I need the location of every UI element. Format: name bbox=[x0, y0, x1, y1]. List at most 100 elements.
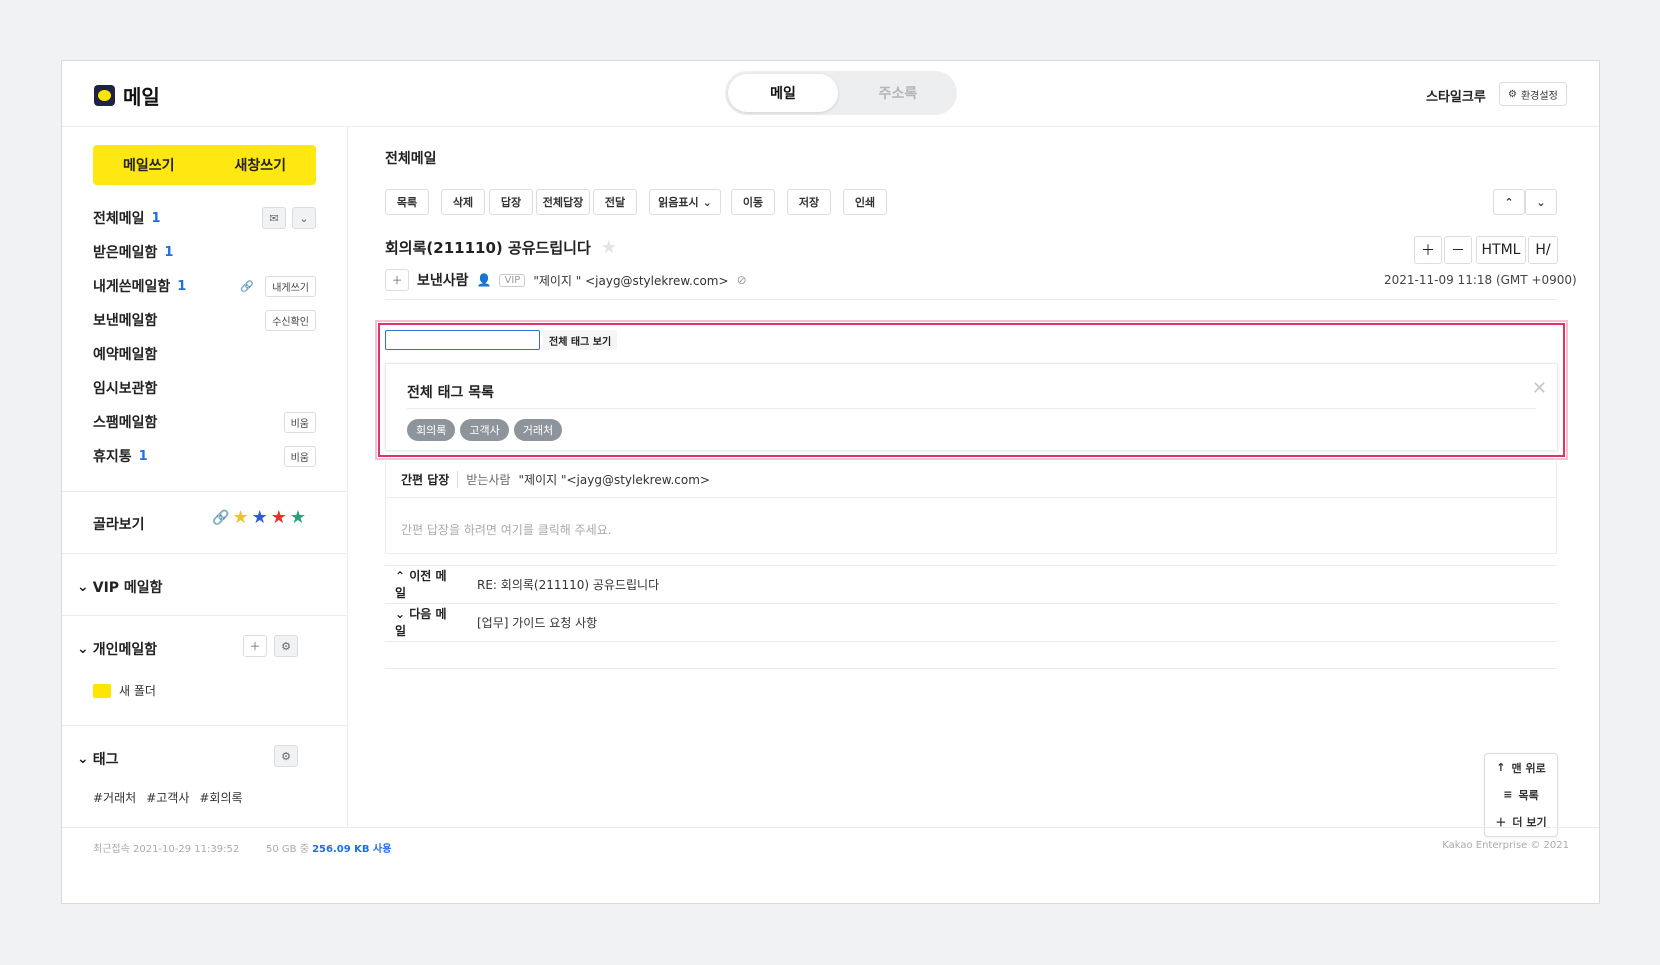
close-icon[interactable]: ✕ bbox=[1532, 378, 1547, 399]
settings-button[interactable]: ⚙ 환경설정 bbox=[1499, 82, 1567, 106]
mark-read-label: 읽음표시 bbox=[658, 196, 699, 209]
sidebar-item-spam[interactable]: 스팸메일함 비움 bbox=[93, 411, 316, 433]
star-red-icon[interactable]: ★ bbox=[271, 507, 287, 528]
section-personal[interactable]: ⌄ 개인메일함 bbox=[77, 639, 157, 659]
quick-reply-input[interactable]: 간편 답장을 하려면 여기를 클릭해 주세요. bbox=[401, 521, 612, 538]
divider bbox=[386, 497, 1556, 498]
paperclip-icon[interactable]: 🔗 bbox=[235, 275, 260, 297]
paperclip-icon[interactable]: 🔗 bbox=[212, 510, 229, 526]
sidebar-item-scheduled[interactable]: 예약메일함 bbox=[93, 343, 316, 365]
recipient-label: 받는사람 bbox=[466, 473, 511, 487]
gear-icon: ⚙ bbox=[1508, 88, 1517, 100]
list-view-button[interactable]: ≡ 목록 bbox=[1485, 781, 1557, 808]
divider bbox=[407, 408, 1536, 409]
next-mail-subject[interactable]: [업무] 가이드 요청 사항 bbox=[477, 614, 597, 631]
empty-spam-button[interactable]: 비움 bbox=[283, 411, 316, 433]
sidebar-item-all[interactable]: 전체메일 1 ✉ ⌄ bbox=[93, 207, 316, 229]
last-login: 최근접속 2021-10-29 11:39:52 bbox=[93, 844, 240, 855]
add-contact-icon[interactable]: 👤 bbox=[477, 273, 492, 287]
tag-input[interactable] bbox=[385, 330, 540, 350]
folder-label: 전체메일 bbox=[93, 211, 145, 227]
next-mail-row[interactable]: ⌄ 다음 메일 [업무] 가이드 요청 사항 bbox=[385, 603, 1557, 641]
quota-prefix: 50 GB 중 bbox=[266, 844, 309, 855]
unread-count: 1 bbox=[151, 210, 161, 226]
reply-button[interactable]: 답장 bbox=[489, 189, 533, 215]
mail-icon[interactable]: ✉ bbox=[262, 207, 286, 229]
folder-label: 새 폴더 bbox=[119, 684, 156, 698]
header-view-button[interactable]: H/ bbox=[1528, 236, 1558, 264]
star-yellow-icon[interactable]: ★ bbox=[232, 507, 248, 528]
add-folder-button[interactable]: ＋ bbox=[243, 635, 267, 657]
star-blue-icon[interactable]: ★ bbox=[252, 507, 268, 528]
zoom-out-button[interactable]: － bbox=[1444, 236, 1472, 264]
tab-mail[interactable]: 메일 bbox=[728, 74, 838, 112]
scroll-top-button[interactable]: ↑ 맨 위로 bbox=[1485, 754, 1557, 781]
compose-new-window-button[interactable]: 새창쓰기 bbox=[205, 145, 317, 185]
compose-button[interactable]: 메일쓰기 bbox=[93, 145, 205, 185]
read-receipt-button[interactable]: 수신확인 bbox=[265, 309, 316, 331]
gear-icon[interactable]: ⚙ bbox=[274, 635, 298, 657]
tab-contacts[interactable]: 주소록 bbox=[843, 74, 953, 112]
section-vip[interactable]: ⌄ VIP 메일함 bbox=[77, 577, 163, 597]
write-to-self-button[interactable]: 내게쓰기 bbox=[265, 275, 316, 297]
tag-popup-highlight: 전체 태그 보기 전체 태그 목록 ✕ 회의록 고객사 거래처 bbox=[375, 320, 1568, 460]
sidebar-item-trash[interactable]: 휴지통 1 비움 bbox=[93, 445, 316, 467]
chevron-down-icon: ⌄ bbox=[395, 607, 410, 621]
tag-link[interactable]: #회의록 bbox=[199, 789, 242, 806]
sidebar-item-inbox[interactable]: 받은메일함 1 bbox=[93, 241, 316, 263]
sidebar-item-drafts[interactable]: 임시보관함 bbox=[93, 377, 316, 399]
forward-button[interactable]: 전달 bbox=[593, 189, 637, 215]
next-mail-label: ⌄ 다음 메일 bbox=[385, 605, 457, 639]
section-label: VIP 메일함 bbox=[92, 580, 163, 596]
sidebar-item-sent[interactable]: 보낸메일함 수신확인 bbox=[93, 309, 316, 331]
section-tags[interactable]: ⌄ 태그 bbox=[77, 749, 119, 769]
star-green-icon[interactable]: ★ bbox=[290, 507, 306, 528]
mark-read-dropdown[interactable]: 읽음표시 ⌄ bbox=[649, 189, 721, 215]
prev-mail-subject[interactable]: RE: 회의록(211110) 공유드립니다 bbox=[477, 576, 659, 593]
zoom-in-button[interactable]: ＋ bbox=[1414, 236, 1442, 264]
list-label: 목록 bbox=[1518, 788, 1539, 802]
sidebar-item-self[interactable]: 내게쓴메일함 1 🔗 내게쓰기 bbox=[93, 275, 316, 297]
print-button[interactable]: 인쇄 bbox=[843, 189, 887, 215]
page-title: 전체메일 bbox=[385, 151, 437, 167]
vip-badge[interactable]: VIP bbox=[499, 273, 526, 287]
sidebar: 메일쓰기 새창쓰기 전체메일 1 ✉ ⌄ 받은메일함 1 내게쓴메일함 1 🔗 … bbox=[62, 127, 348, 827]
block-icon[interactable]: ⊘ bbox=[737, 273, 747, 287]
save-button[interactable]: 저장 bbox=[787, 189, 831, 215]
user-name[interactable]: 스타일크루 bbox=[1426, 86, 1486, 105]
chevron-down-icon[interactable]: ⌄ bbox=[292, 207, 316, 229]
sender-address[interactable]: "제이지 " <jayg@stylekrew.com> bbox=[533, 272, 728, 289]
prev-mail-button[interactable]: ⌃ bbox=[1493, 189, 1525, 215]
html-view-button[interactable]: HTML bbox=[1476, 236, 1526, 264]
list-button[interactable]: 목록 bbox=[385, 189, 429, 215]
mail-date: 2021-11-09 11:18 (GMT +0900) bbox=[1384, 273, 1577, 287]
tag-pill[interactable]: 거래처 bbox=[513, 419, 563, 441]
reply-all-button[interactable]: 전체답장 bbox=[536, 189, 590, 215]
empty-trash-button[interactable]: 비움 bbox=[283, 445, 316, 467]
tag-link[interactable]: #고객사 bbox=[146, 789, 189, 806]
folder-label: 보낸메일함 bbox=[93, 313, 158, 329]
sidebar-item-new-folder[interactable]: 새 폴더 bbox=[93, 682, 156, 699]
filter-label: 골라보기 bbox=[93, 517, 145, 533]
prev-mail-label: ⌃ 이전 메일 bbox=[385, 567, 457, 601]
show-all-tags-button[interactable]: 전체 태그 보기 bbox=[543, 330, 618, 350]
tag-pill[interactable]: 회의록 bbox=[407, 419, 456, 441]
unread-count: 1 bbox=[177, 278, 187, 294]
move-button[interactable]: 이동 bbox=[731, 189, 775, 215]
tag-pill[interactable]: 고객사 bbox=[460, 419, 509, 441]
mail-logo-icon bbox=[94, 85, 115, 106]
gear-icon[interactable]: ⚙ bbox=[274, 745, 298, 767]
expand-icon[interactable]: ＋ bbox=[385, 269, 409, 291]
star-icon[interactable]: ★ bbox=[601, 237, 617, 258]
app-logo[interactable]: 메일 bbox=[94, 81, 160, 110]
prev-mail-row[interactable]: ⌃ 이전 메일 RE: 회의록(211110) 공유드립니다 bbox=[385, 565, 1557, 603]
delete-button[interactable]: 삭제 bbox=[441, 189, 485, 215]
divider bbox=[385, 668, 1557, 669]
quick-reply-label: 간편 답장 bbox=[401, 471, 459, 488]
tag-link[interactable]: #거래처 bbox=[93, 789, 136, 806]
settings-label: 환경설정 bbox=[1520, 90, 1558, 102]
subject-text: 회의록(211110) 공유드립니다 bbox=[385, 239, 591, 257]
unread-count: 1 bbox=[164, 244, 174, 260]
next-mail-button[interactable]: ⌄ bbox=[1525, 189, 1557, 215]
divider bbox=[62, 491, 348, 492]
